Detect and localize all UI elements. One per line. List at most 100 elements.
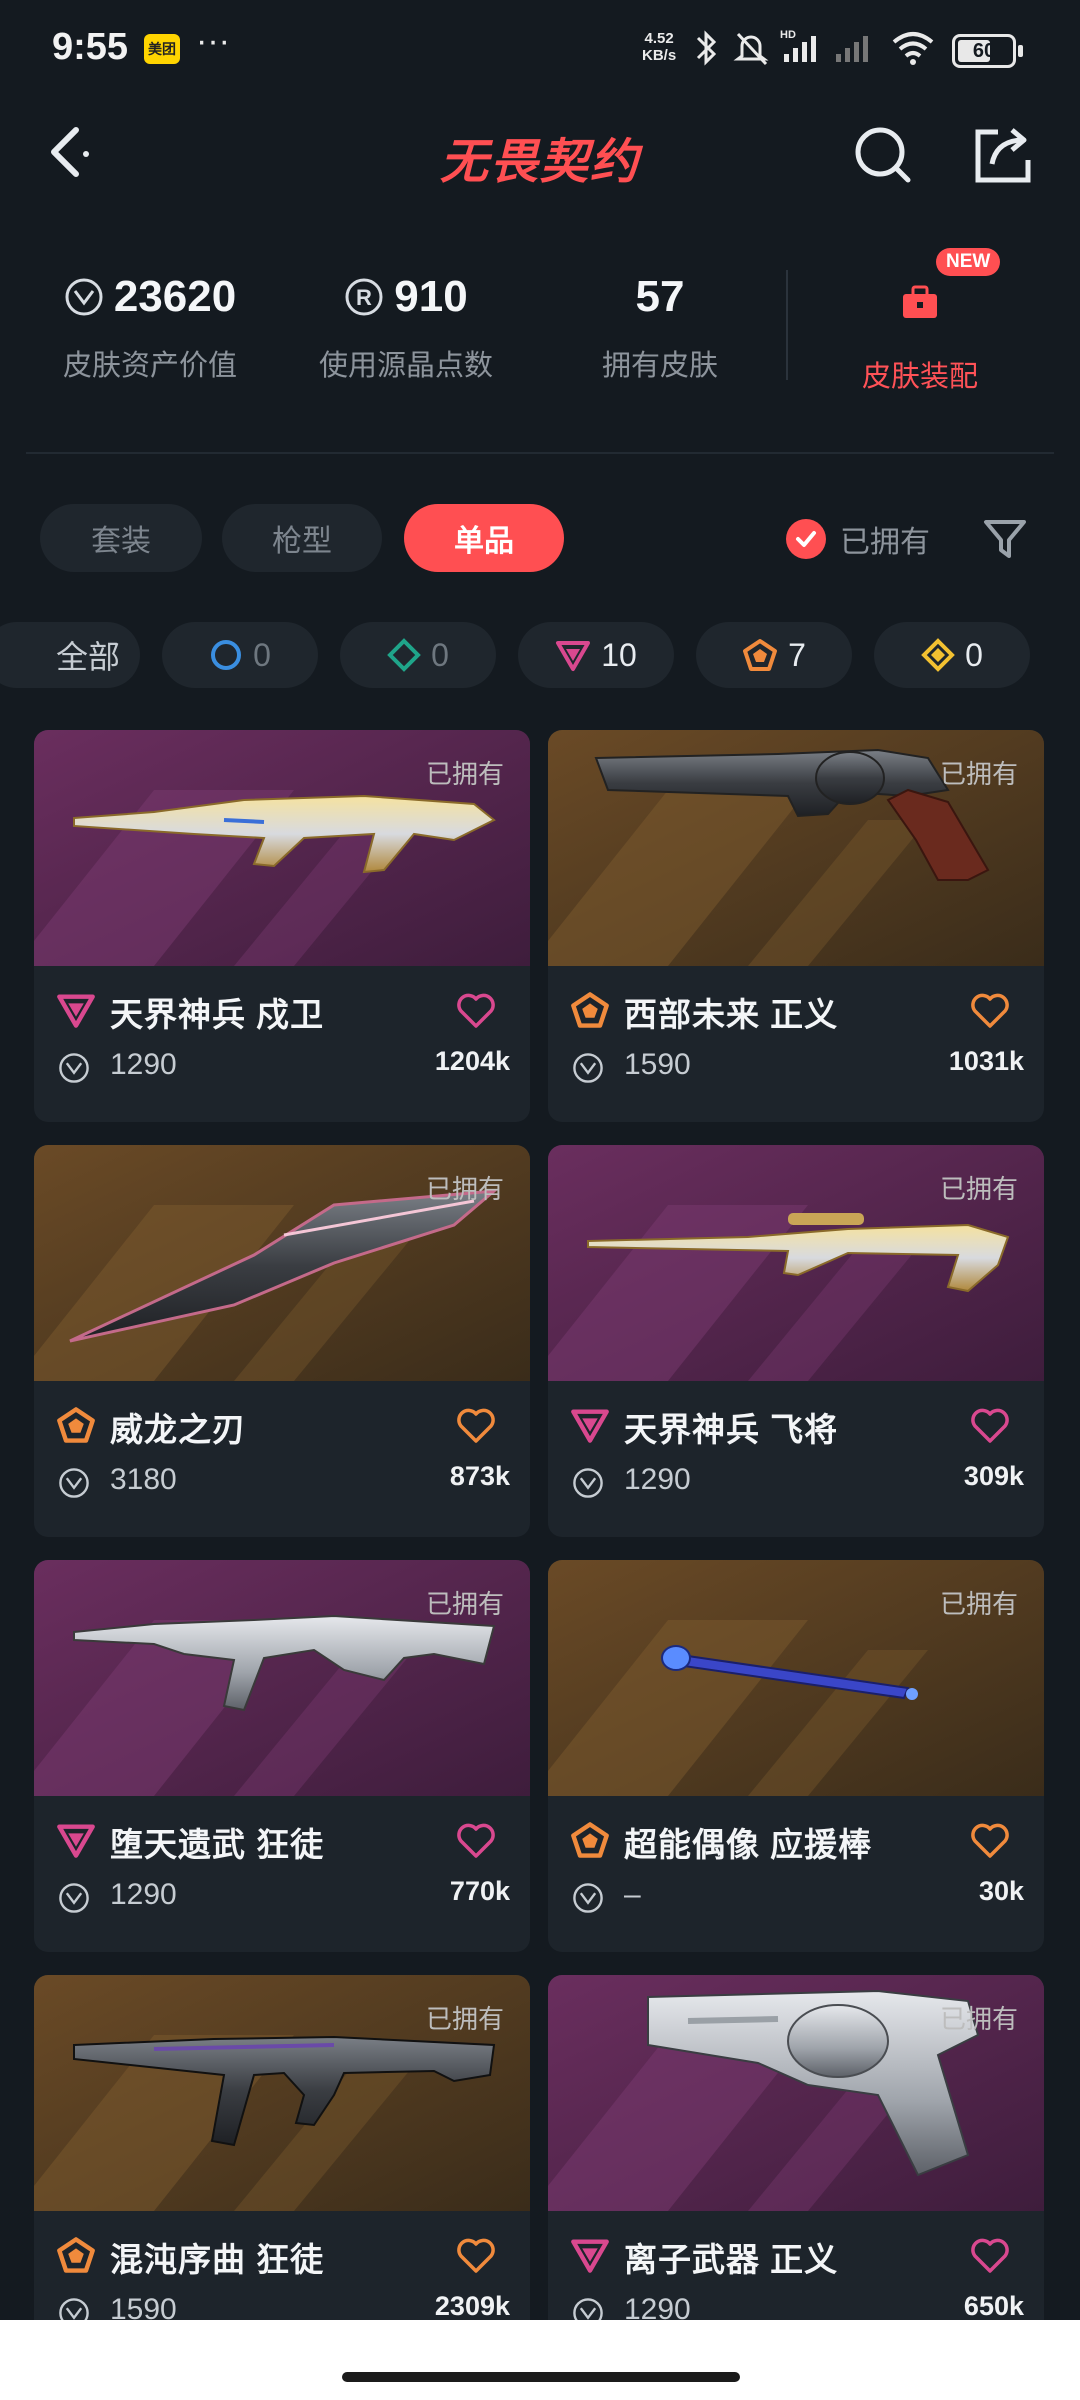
checkmark-icon: [786, 519, 826, 559]
skin-name: 堕天遗武 狂徒: [110, 1826, 325, 1863]
meituan-notification-icon: 美团: [144, 34, 180, 64]
chip-select-tier[interactable]: 0: [162, 622, 318, 688]
status-time: 9:55: [52, 26, 129, 68]
tab-sets[interactable]: 套装: [40, 504, 202, 572]
skin-card[interactable]: 已拥有 威龙之刃 3180 873k: [34, 1145, 530, 1537]
heart-icon[interactable]: [456, 1822, 496, 1860]
chip-deluxe-tier[interactable]: 0: [340, 622, 496, 688]
wifi-icon: [892, 32, 934, 65]
skin-name: 威龙之刃: [110, 1411, 246, 1448]
rarity-filter-chips: 全部 0 0 10 7 0: [0, 622, 1080, 690]
vp-currency-icon: [59, 1053, 89, 1083]
signal-weak-icon: [836, 36, 868, 62]
like-count: 309k: [963, 1461, 1024, 1491]
skins-owned-stat: 57 拥有皮肤: [601, 272, 718, 382]
skin-name: 天界神兵 飞将: [624, 1411, 839, 1448]
skin-name: 天界神兵 戍卫: [110, 996, 325, 1033]
like-count: 1031k: [948, 1046, 1024, 1076]
stats-panel: 23620 皮肤资产价值 R 910 使用源晶点数 57 拥有皮肤 NEW 皮肤…: [0, 248, 1080, 400]
bluetooth-icon: [696, 30, 717, 66]
premium-tier-icon: [57, 1824, 95, 1858]
vp-currency-icon: [573, 1883, 603, 1913]
share-icon[interactable]: [968, 120, 1038, 190]
like-count: 770k: [449, 1876, 510, 1906]
skin-name: 超能偶像 应援棒: [624, 1826, 873, 1863]
filter-funnel-icon[interactable]: [980, 514, 1030, 564]
skin-price: 1290: [110, 1048, 177, 1081]
skin-card[interactable]: 已拥有 离子武器 正义 1290 650k: [548, 1975, 1044, 2367]
exclusive-tier-icon: [571, 1822, 609, 1858]
divider: [26, 452, 1054, 454]
radianite-currency-icon: R: [345, 278, 383, 316]
skin-price: 3180: [110, 1463, 177, 1496]
vp-currency-icon: [59, 1468, 89, 1498]
heart-icon[interactable]: [970, 992, 1010, 1030]
new-badge: NEW: [936, 248, 1001, 276]
heart-icon[interactable]: [456, 1407, 496, 1445]
skin-loadout-button[interactable]: NEW 皮肤装配: [840, 248, 1001, 395]
exclusive-tier-icon: [57, 1407, 95, 1443]
radianite-stat: R 910 使用源晶点数: [318, 272, 493, 382]
category-tabs: 套装 枪型 单品 已拥有: [0, 504, 1080, 576]
network-speed: 4.52 KB/s: [642, 30, 677, 64]
exclusive-tier-icon: [57, 2237, 95, 2273]
gesture-bar-area: [0, 2320, 1080, 2400]
select-tier-icon: [211, 640, 242, 670]
more-notifications-icon: ···: [196, 22, 230, 60]
stats-divider: [786, 270, 788, 380]
status-bar: 9:55 美团 ··· 4.52 KB/s HD 60: [0, 0, 1080, 96]
like-count: 30k: [978, 1876, 1024, 1906]
vp-currency-icon: [573, 1468, 603, 1498]
heart-icon[interactable]: [970, 2237, 1010, 2275]
like-count: 2309k: [434, 2291, 510, 2321]
tab-weapon-types[interactable]: 枪型: [222, 504, 382, 572]
skin-price: 1290: [624, 1463, 691, 1496]
skin-card[interactable]: 已拥有 天界神兵 飞将 1290 309k: [548, 1145, 1044, 1537]
skin-card[interactable]: 已拥有 西部未来 正义 1590 1031k: [548, 730, 1044, 1122]
skin-card[interactable]: 已拥有 天界神兵 戍卫 1290 1204k: [34, 730, 530, 1122]
skin-price: 1290: [110, 1878, 177, 1911]
mute-bell-icon: [733, 32, 769, 66]
deluxe-tier-icon: [387, 638, 421, 672]
home-indicator[interactable]: [342, 2372, 740, 2382]
battery-icon: 60: [952, 34, 1023, 68]
heart-icon[interactable]: [456, 992, 496, 1030]
skin-card[interactable]: 已拥有 超能偶像 应援棒 – 30k: [548, 1560, 1044, 1952]
chip-exclusive-tier[interactable]: 7: [696, 622, 852, 688]
skin-card[interactable]: 已拥有 混沌序曲 狂徒 1590 2309k: [34, 1975, 530, 2367]
search-icon[interactable]: [848, 120, 918, 190]
chip-premium-tier[interactable]: 10: [518, 622, 674, 688]
like-count: 1204k: [434, 1046, 510, 1076]
tab-single-items[interactable]: 单品: [404, 504, 564, 572]
toolbox-icon: [903, 285, 937, 318]
exclusive-tier-icon: [743, 639, 778, 671]
chip-ultra-tier[interactable]: 0: [874, 622, 1030, 688]
exclusive-tier-icon: [571, 992, 609, 1028]
heart-icon[interactable]: [970, 1822, 1010, 1860]
like-count: 873k: [449, 1461, 510, 1491]
skin-name: 离子武器 正义: [624, 2241, 839, 2278]
skin-price: 1590: [624, 1048, 691, 1081]
top-nav: 无畏契约: [0, 100, 1080, 210]
owned-filter-toggle[interactable]: 已拥有: [786, 516, 930, 562]
skin-card[interactable]: 已拥有 堕天遗武 狂徒 1290 770k: [34, 1560, 530, 1952]
vp-currency-icon: [65, 278, 103, 316]
premium-tier-icon: [556, 641, 591, 671]
skin-name: 混沌序曲 狂徒: [110, 2241, 325, 2278]
ultra-tier-icon: [921, 638, 955, 672]
heart-icon[interactable]: [456, 2237, 496, 2275]
skin-name: 西部未来 正义: [624, 996, 839, 1033]
vp-currency-icon: [573, 1053, 603, 1083]
vp-currency-icon: [59, 1883, 89, 1913]
asset-value-stat: 23620 皮肤资产价值: [62, 272, 237, 382]
premium-tier-icon: [571, 1409, 609, 1443]
premium-tier-icon: [571, 2239, 609, 2273]
svg-text:HD: HD: [780, 29, 796, 41]
back-arrow-icon[interactable]: [40, 118, 110, 188]
signal-hd-icon: HD: [780, 29, 816, 62]
chip-all[interactable]: 全部: [0, 622, 140, 688]
premium-tier-icon: [57, 994, 95, 1028]
svg-text:R: R: [356, 285, 372, 310]
heart-icon[interactable]: [970, 1407, 1010, 1445]
like-count: 650k: [963, 2291, 1024, 2321]
